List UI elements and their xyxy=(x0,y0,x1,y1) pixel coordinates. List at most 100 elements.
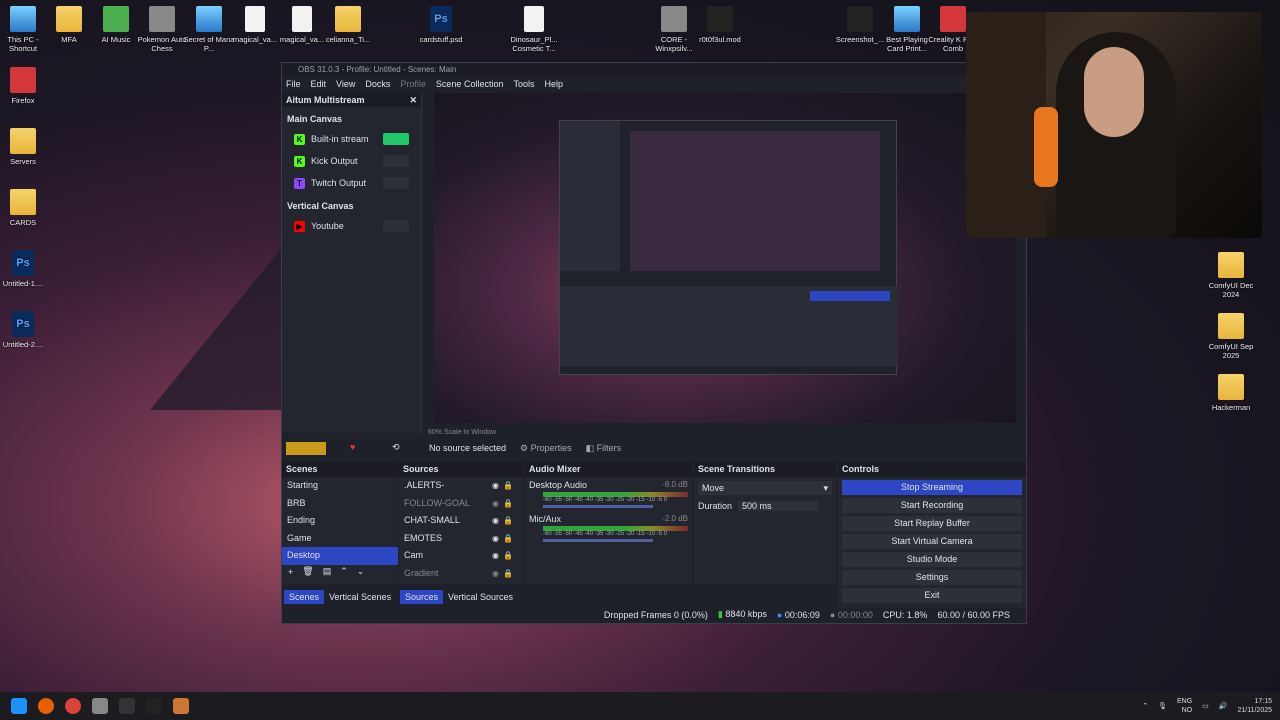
output-toggle[interactable] xyxy=(383,155,409,167)
output-toggle[interactable] xyxy=(383,220,409,232)
settings-icon[interactable]: ⟲ xyxy=(392,442,400,453)
volume-slider[interactable] xyxy=(543,505,653,508)
desktop-icon-label: r0t0f3ul.mod xyxy=(699,35,741,44)
lock-icon[interactable]: 🔒 xyxy=(503,565,513,583)
lock-icon[interactable]: 🔒 xyxy=(503,477,513,495)
desktop-icon[interactable]: Ps cardstuff.psd xyxy=(411,6,471,44)
tab-scenes[interactable]: Scenes xyxy=(284,590,325,604)
source-item[interactable]: Cam ◉ 🔒 xyxy=(399,547,523,565)
settings-button[interactable]: Settings xyxy=(842,570,1022,585)
heart-icon[interactable]: ♥ xyxy=(350,442,355,452)
desktop-icon[interactable]: ComfyUI Dec 2024 xyxy=(1201,252,1261,299)
output-toggle[interactable] xyxy=(383,133,409,145)
eye-icon[interactable]: ◉ xyxy=(492,530,499,548)
settings-gear-icon[interactable] xyxy=(92,698,108,714)
eye-icon[interactable]: ◉ xyxy=(492,512,499,530)
transitions-title: Scene Transitions xyxy=(694,462,836,477)
color-swatch[interactable] xyxy=(286,442,326,455)
scene-item[interactable]: BRB xyxy=(282,495,398,513)
tab-vertical-sources[interactable]: Vertical Sources xyxy=(443,590,518,604)
scene-item[interactable]: Starting xyxy=(282,477,398,495)
add-icon[interactable]: + xyxy=(288,567,293,577)
desktop-icon[interactable]: Firefox xyxy=(0,67,53,105)
tab-sources[interactable]: Sources xyxy=(400,590,444,604)
start-recording-button[interactable]: Start Recording xyxy=(842,498,1022,513)
webcam-overlay xyxy=(966,12,1262,238)
preview-canvas[interactable] xyxy=(434,93,1016,423)
source-item[interactable]: CHAT-SMALL ◉ 🔒 xyxy=(399,512,523,530)
mic-icon[interactable]: 🎙 xyxy=(1158,702,1167,710)
volume-slider[interactable] xyxy=(543,539,653,542)
terminal-icon[interactable] xyxy=(119,698,135,714)
lock-icon[interactable]: 🔒 xyxy=(503,512,513,530)
desktop-icon[interactable]: Ps Untitled-2.... xyxy=(0,311,53,349)
transition-select[interactable]: Move ▾ xyxy=(698,481,832,495)
desktop-icon[interactable]: ComfyUI Sep 2025 xyxy=(1201,313,1261,360)
chevron-up-icon[interactable]: ⌃ xyxy=(1142,702,1148,710)
lock-icon[interactable]: 🔒 xyxy=(503,495,513,513)
source-item[interactable]: Gradient ◉ 🔒 xyxy=(399,565,523,583)
properties-button[interactable]: ⚙ Properties xyxy=(520,443,572,454)
output-row: K Built-in stream xyxy=(282,128,421,150)
platform-icon: K xyxy=(294,133,305,145)
obs-window[interactable]: OBS 31.0.3 - Profile: Untitled - Scenes:… xyxy=(281,62,1027,624)
start-virtual-camera-button[interactable]: Start Virtual Camera xyxy=(842,534,1022,549)
desktop-icon[interactable]: CARDS xyxy=(0,189,53,227)
duration-input[interactable]: 500 ms xyxy=(738,501,819,511)
desktop-icon[interactable]: Servers xyxy=(0,128,53,166)
menu-tools[interactable]: Tools xyxy=(513,79,534,89)
eye-icon[interactable]: ◉ xyxy=(492,547,499,565)
lock-icon[interactable]: 🔒 xyxy=(503,547,513,565)
output-label: Youtube xyxy=(311,221,344,231)
desktop-icon[interactable]: Dinosaur_Pl... Cosmetic T... xyxy=(504,6,564,53)
scene-item[interactable]: Ending xyxy=(282,512,398,530)
filters-button[interactable]: ◧ Filters xyxy=(586,443,622,454)
source-item[interactable]: EMOTES ◉ 🔒 xyxy=(399,530,523,548)
network-icon[interactable]: ▭ xyxy=(1202,702,1209,710)
windows-start-icon[interactable] xyxy=(11,698,27,714)
menu-help[interactable]: Help xyxy=(544,79,563,89)
exit-button[interactable]: Exit xyxy=(842,588,1022,603)
stop-streaming-button[interactable]: Stop Streaming xyxy=(842,480,1022,495)
studio-mode-button[interactable]: Studio Mode xyxy=(842,552,1022,567)
desktop-icon[interactable]: Hackerman xyxy=(1201,374,1261,412)
volume-icon[interactable]: 🔊 xyxy=(1219,702,1228,710)
lock-icon[interactable]: 🔒 xyxy=(503,530,513,548)
menu-edit[interactable]: Edit xyxy=(311,79,327,89)
eye-icon[interactable]: ◉ xyxy=(492,495,499,513)
menu-scene-collection[interactable]: Scene Collection xyxy=(436,79,504,89)
menu-view[interactable]: View xyxy=(336,79,355,89)
up-icon[interactable]: ⌃ xyxy=(340,566,348,577)
ps-file-icon: Ps xyxy=(12,311,34,337)
desktop-icon[interactable]: Ps Untitled-1.... xyxy=(0,250,53,288)
language-indicator[interactable]: ENG NO xyxy=(1177,697,1192,715)
menu-file[interactable]: File xyxy=(286,79,301,89)
obs-taskbar-icon[interactable] xyxy=(173,698,189,714)
scale-label[interactable]: 60% Scale to Window xyxy=(428,429,496,436)
eye-icon[interactable]: ◉ xyxy=(492,565,499,583)
menu-profile[interactable]: Profile xyxy=(400,79,426,89)
eye-icon[interactable]: ◉ xyxy=(492,477,499,495)
desktop-icon[interactable]: r0t0f3ul.mod xyxy=(690,6,750,44)
source-item[interactable]: .ALERTS- ◉ 🔒 xyxy=(399,477,523,495)
chrome-icon[interactable] xyxy=(65,698,81,714)
source-label: Gradient xyxy=(404,567,439,578)
app-icon[interactable] xyxy=(146,698,162,714)
firefox-icon[interactable] xyxy=(38,698,54,714)
start-replay-buffer-button[interactable]: Start Replay Buffer xyxy=(842,516,1022,531)
down-icon[interactable]: ⌄ xyxy=(357,566,365,577)
trash-icon[interactable]: 🗑 xyxy=(302,566,313,577)
output-toggle[interactable] xyxy=(383,177,409,189)
menu-docks[interactable]: Docks xyxy=(365,79,390,89)
clock[interactable]: 17:15 21/11/2025 xyxy=(1237,697,1272,715)
ps-file-icon: Ps xyxy=(430,6,452,32)
props-icon[interactable]: ▤ xyxy=(323,566,332,577)
tab-vertical-scenes[interactable]: Vertical Scenes xyxy=(324,590,396,604)
doc-file-icon xyxy=(292,6,312,32)
source-item[interactable]: FOLLOW-GOAL ◉ 🔒 xyxy=(399,495,523,513)
desktop-icon[interactable]: celianna_Ti... xyxy=(318,6,378,44)
scene-item[interactable]: Game xyxy=(282,530,398,548)
scene-item[interactable]: Desktop xyxy=(282,547,398,565)
doc-file-icon xyxy=(524,6,544,32)
close-icon[interactable]: ✕ xyxy=(409,93,417,107)
